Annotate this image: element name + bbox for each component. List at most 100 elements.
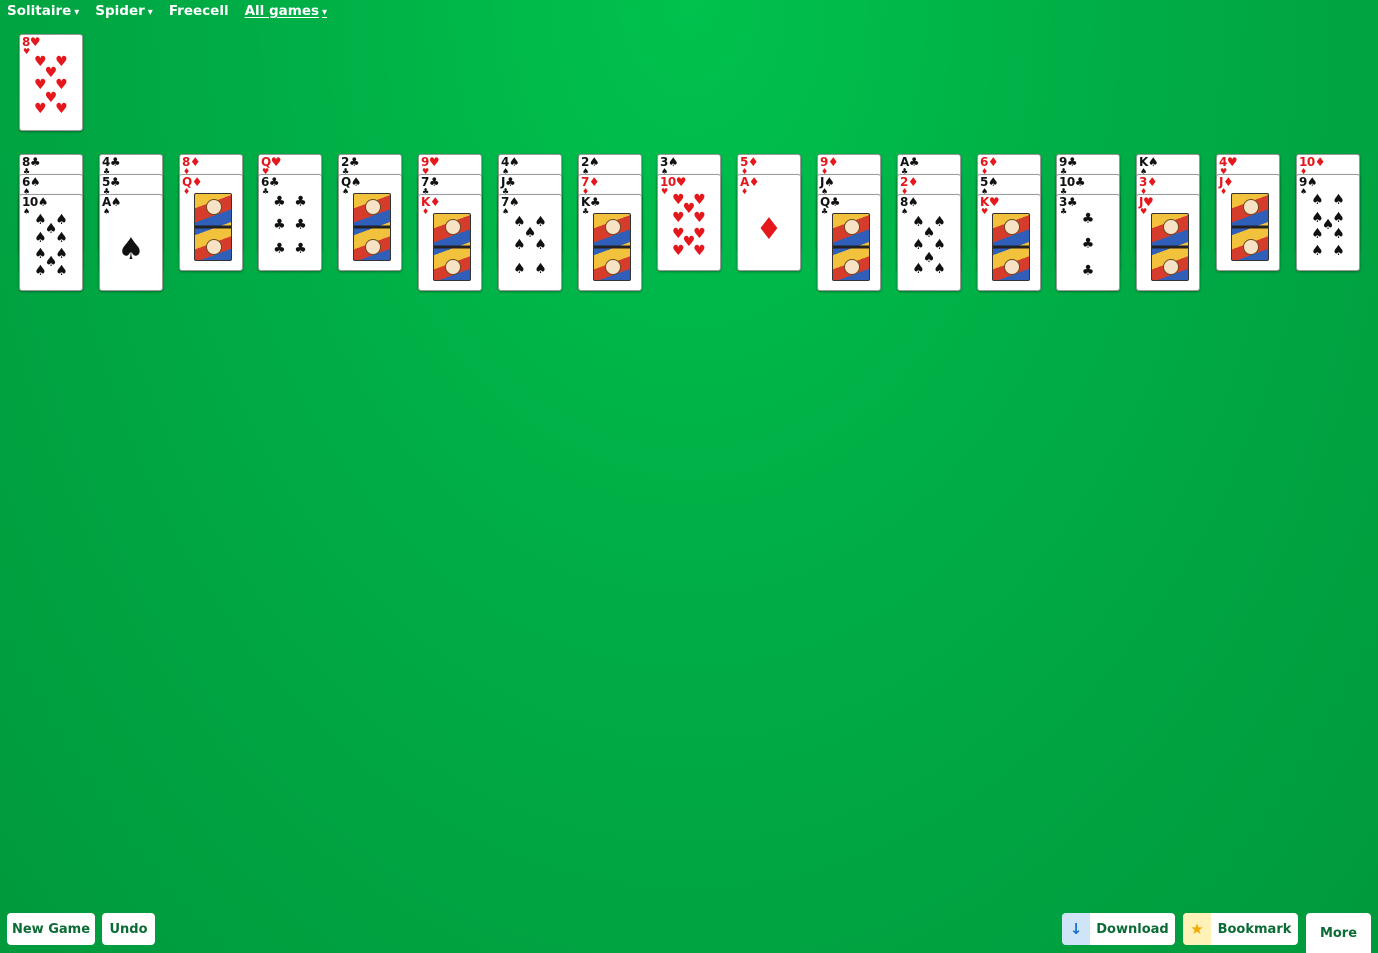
card-corner-suit: ♣ bbox=[262, 187, 270, 196]
card-suit: ♠ bbox=[987, 175, 999, 189]
card-suit: ♣ bbox=[268, 175, 280, 189]
card-corner-suit: ♣ bbox=[821, 207, 829, 216]
card-corner-suit: ♥ bbox=[661, 187, 669, 196]
card-pip: ♠ bbox=[513, 237, 526, 254]
card-pip: ♣ bbox=[1081, 210, 1095, 227]
card-pip: ♠ bbox=[1332, 243, 1345, 259]
card-pip: ♣ bbox=[273, 193, 286, 210]
card-ace-of-diamonds[interactable]: A♦ ♦ ♦ bbox=[737, 174, 801, 271]
card-corner-suit: ♠ bbox=[901, 207, 909, 216]
card-6-of-clubs[interactable]: 6♣ ♣ ♣ ♣ ♣ ♣ ♣ ♣ bbox=[258, 174, 322, 271]
card-suit: ♠ bbox=[29, 175, 41, 189]
card-corner-suit: ♠ bbox=[1300, 187, 1308, 196]
card-queen-of-clubs[interactable]: Q♣ ♣ bbox=[817, 194, 881, 291]
card-pip: ♠ bbox=[1332, 191, 1345, 208]
card-pip: ♥ bbox=[55, 101, 68, 118]
card-suit: ♦ bbox=[1146, 175, 1158, 189]
card-corner-suit: ♥ bbox=[23, 47, 31, 56]
card-pip: ♠ bbox=[34, 263, 47, 279]
new-game-button[interactable]: New Game bbox=[7, 913, 95, 945]
card-7-of-spades[interactable]: 7♠ ♠ ♠ ♠ ♠ ♠ ♠ ♠ ♠ bbox=[498, 194, 562, 291]
card-suit: ♠ bbox=[1306, 175, 1318, 189]
card-suit: ♠ bbox=[907, 195, 919, 209]
court-card-portrait bbox=[1231, 193, 1269, 261]
court-card-portrait bbox=[832, 213, 870, 281]
card-10-of-hearts[interactable]: 10♥ ♥ ♥ ♥ ♥ ♥ ♥ ♥ ♥ ♥ ♥ ♥ bbox=[657, 174, 721, 271]
court-card-portrait bbox=[433, 213, 471, 281]
card-suit: ♣ bbox=[908, 155, 920, 169]
card-8-of-hearts[interactable]: 8♥ ♥ ♥ ♥ ♥ ♥ ♥ ♥ ♥ ♥ bbox=[19, 34, 83, 131]
card-corner-suit: ♣ bbox=[1060, 207, 1068, 216]
bookmark-button[interactable]: ★ Bookmark bbox=[1183, 913, 1298, 945]
card-king-of-clubs[interactable]: K♣ ♣ bbox=[578, 194, 642, 291]
card-corner-suit: ♠ bbox=[342, 187, 350, 196]
card-king-of-diamonds[interactable]: K♦ ♦ bbox=[418, 194, 482, 291]
card-suit: ♣ bbox=[428, 175, 440, 189]
card-pip: ♥ bbox=[34, 101, 47, 118]
card-suit: ♠ bbox=[1147, 155, 1159, 169]
card-center-pip: ♠ bbox=[117, 232, 145, 268]
card-pip: ♠ bbox=[534, 237, 547, 254]
card-3-of-clubs[interactable]: 3♣ ♣ ♣ ♣ ♣ bbox=[1056, 194, 1120, 291]
card-corner-suit: ♠ bbox=[23, 207, 31, 216]
card-pip: ♠ bbox=[55, 229, 68, 246]
nav-freecell[interactable]: Freecell bbox=[169, 3, 229, 19]
court-card-portrait bbox=[1151, 213, 1189, 281]
card-suit: ♦ bbox=[748, 175, 760, 189]
card-suit: ♣ bbox=[29, 155, 41, 169]
nav-spider[interactable]: Spider ▾ bbox=[95, 3, 153, 19]
card-center-pip: ♦ bbox=[755, 212, 783, 248]
card-jack-of-diamonds[interactable]: J♦ ♦ bbox=[1216, 174, 1280, 271]
card-suit: ♦ bbox=[987, 155, 999, 169]
court-card-portrait bbox=[593, 213, 631, 281]
card-queen-of-spades[interactable]: Q♠ ♠ bbox=[338, 174, 402, 271]
undo-button[interactable]: Undo bbox=[102, 913, 155, 945]
card-corner-suit: ♦ bbox=[183, 187, 191, 196]
card-suit: ♣ bbox=[109, 155, 121, 169]
card-suit: ♦ bbox=[588, 175, 600, 189]
card-pip: ♠ bbox=[1311, 225, 1324, 242]
download-button[interactable]: ↓ Download bbox=[1062, 913, 1175, 945]
card-corner-suit: ♠ bbox=[103, 207, 111, 216]
card-pip: ♣ bbox=[1081, 236, 1095, 253]
card-pip: ♠ bbox=[534, 261, 547, 278]
arrow-down-icon: ↓ bbox=[1062, 913, 1090, 945]
card-pip: ♣ bbox=[294, 217, 307, 234]
card-pip: ♠ bbox=[912, 261, 925, 278]
card-corner-suit: ♦ bbox=[1220, 187, 1228, 196]
card-jack-of-hearts[interactable]: J♥ ♥ bbox=[1136, 194, 1200, 291]
card-8-of-spades[interactable]: 8♠ ♠ ♠ ♠ ♠ ♠ ♠ ♠ ♠ ♠ bbox=[897, 194, 961, 291]
card-suit: ♥ bbox=[1226, 155, 1238, 169]
card-suit: ♥ bbox=[29, 35, 41, 49]
card-pip: ♠ bbox=[933, 261, 946, 278]
card-pip: ♠ bbox=[1311, 243, 1324, 259]
card-suit: ♥ bbox=[428, 155, 440, 169]
nav-solitaire[interactable]: Solitaire ▾ bbox=[7, 3, 79, 19]
card-10-of-spades[interactable]: 10♠ ♠ ♠ ♠ ♠ ♠ ♠ ♠ ♠ ♠ ♠ ♠ bbox=[19, 194, 83, 291]
card-corner-suit: ♥ bbox=[1140, 207, 1148, 216]
card-pip: ♣ bbox=[294, 193, 307, 210]
card-pip: ♥ bbox=[672, 209, 685, 226]
star-icon: ★ bbox=[1183, 913, 1211, 945]
card-pip: ♣ bbox=[273, 217, 286, 234]
card-ace-of-spades[interactable]: A♠ ♠ ♠ bbox=[99, 194, 163, 291]
more-button[interactable]: More bbox=[1306, 913, 1371, 953]
card-suit: ♣ bbox=[829, 195, 841, 209]
card-suit: ♠ bbox=[667, 155, 679, 169]
court-card-portrait bbox=[194, 193, 232, 261]
card-suit: ♦ bbox=[429, 195, 441, 209]
card-corner-suit: ♦ bbox=[741, 187, 749, 196]
card-suit: ♥ bbox=[270, 155, 282, 169]
card-suit: ♣ bbox=[1074, 175, 1086, 189]
card-9-of-spades[interactable]: 9♠ ♠ ♠ ♠ ♠ ♠ ♠ ♠ ♠ ♠ ♠ bbox=[1296, 174, 1360, 271]
card-suit: ♣ bbox=[348, 155, 360, 169]
card-pip: ♣ bbox=[273, 241, 286, 258]
card-suit: ♠ bbox=[508, 155, 520, 169]
card-king-of-hearts[interactable]: K♥ ♥ bbox=[977, 194, 1041, 291]
card-pip: ♥ bbox=[693, 243, 706, 259]
nav-all-games[interactable]: All games ▾ bbox=[245, 3, 327, 19]
card-pip: ♠ bbox=[34, 229, 47, 246]
card-suit: ♣ bbox=[109, 175, 121, 189]
card-queen-of-diamonds[interactable]: Q♦ ♦ bbox=[179, 174, 243, 271]
card-pip: ♠ bbox=[513, 261, 526, 278]
